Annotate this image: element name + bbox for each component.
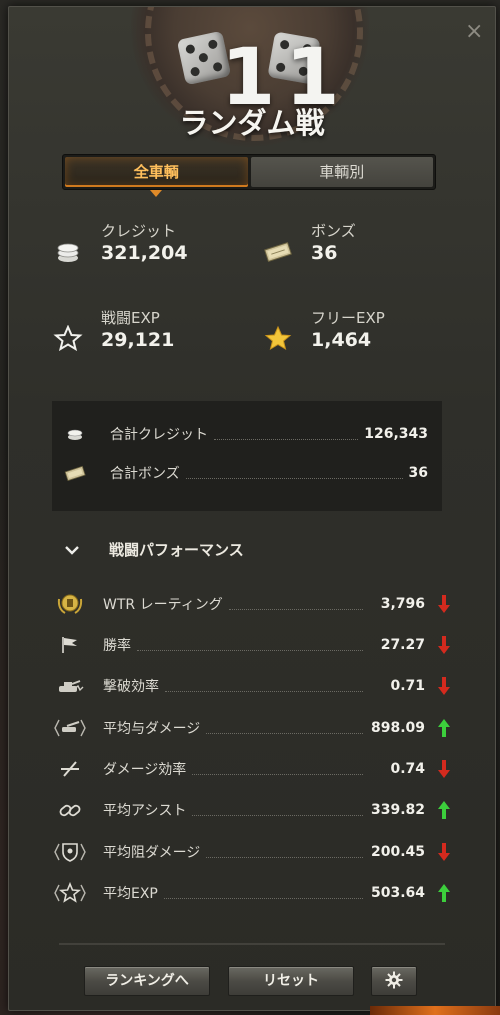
bonds-icon xyxy=(264,241,292,263)
leader-dots xyxy=(165,681,363,692)
trend-down-icon xyxy=(438,636,450,654)
trend-up-icon xyxy=(438,884,450,902)
background-glow-strip xyxy=(370,1006,500,1015)
tab-by-vehicle[interactable]: 車輌別 xyxy=(250,157,433,187)
leader-dots xyxy=(214,429,359,440)
perf-value: 503.64 xyxy=(370,885,425,901)
performance-section-header[interactable]: 戦闘パフォーマンス xyxy=(61,539,244,560)
destroyed-tank-icon xyxy=(53,673,87,699)
perf-label: ダメージ効率 xyxy=(103,762,187,778)
perf-label: 勝率 xyxy=(103,638,131,654)
leader-dots xyxy=(192,764,363,775)
summary-row-bonds: 合計ボンズ 36 xyxy=(64,461,428,485)
battle-stats-panel: × 11 ランダム戦 全車輌 車輌別 クレジット 321,204 ボンズ 36 … xyxy=(8,6,496,1011)
wtr-rating-icon xyxy=(53,591,87,617)
exp-star-icon xyxy=(53,880,87,906)
leader-dots xyxy=(228,599,363,610)
battle-exp-value: 29,121 xyxy=(101,329,175,351)
damage-dealt-icon xyxy=(53,715,87,741)
tab-label: 全車輌 xyxy=(133,163,179,181)
ranking-button[interactable]: ランキングへ xyxy=(84,966,210,996)
leader-dots xyxy=(137,640,363,651)
chevron-down-icon[interactable] xyxy=(61,542,83,558)
game-client-background: × 11 ランダム戦 全車輌 車輌別 クレジット 321,204 ボンズ 36 … xyxy=(0,0,500,1015)
perf-label: 平均アシスト xyxy=(103,803,187,819)
perf-label: WTR レーティング xyxy=(103,597,223,613)
trend-down-icon xyxy=(438,677,450,695)
mode-title: ランダム戦 xyxy=(179,106,325,140)
perf-value: 898.09 xyxy=(370,720,425,736)
leader-dots xyxy=(206,723,363,734)
trend-up-icon xyxy=(438,801,450,819)
star-gold-icon xyxy=(264,325,292,351)
credits-value: 321,204 xyxy=(101,242,188,264)
trend-up-icon xyxy=(438,719,450,737)
perf-label: 平均与ダメージ xyxy=(103,721,201,737)
credits-icon xyxy=(57,243,79,262)
perf-row-damage-efficiency: ダメージ効率 0.74 xyxy=(53,755,451,783)
perf-value: 0.71 xyxy=(390,678,425,694)
trend-down-icon xyxy=(438,843,450,861)
battle-exp-label: 戦闘EXP xyxy=(101,309,160,327)
perf-value: 27.27 xyxy=(380,637,425,653)
tab-all-vehicles[interactable]: 全車輌 xyxy=(65,157,248,197)
summary-label: 合計クレジット xyxy=(110,427,208,443)
vehicle-tabs: 全車輌 車輌別 xyxy=(62,154,436,197)
gear-icon xyxy=(385,971,403,988)
perf-row-kill-efficiency: 撃破効率 0.71 xyxy=(53,672,451,700)
perf-row-wtr: WTR レーティング 3,796 xyxy=(53,590,451,618)
perf-row-avg-exp: 平均EXP 503.64 xyxy=(53,879,451,907)
leader-dots xyxy=(185,468,403,479)
bottom-divider xyxy=(59,943,445,945)
leader-dots xyxy=(192,805,363,816)
bonds-label: ボンズ xyxy=(311,222,356,240)
perf-row-avg-blocked: 平均阻ダメージ 200.45 xyxy=(53,838,451,866)
star-outline-icon xyxy=(53,325,83,351)
perf-label: 平均阻ダメージ xyxy=(103,845,201,861)
credits-label: クレジット xyxy=(101,222,177,240)
perf-row-avg-assist: 平均アシスト 339.82 xyxy=(53,796,451,824)
reset-button[interactable]: リセット xyxy=(228,966,354,996)
perf-label: 撃破効率 xyxy=(103,679,159,695)
perf-row-win-rate: 勝率 27.27 xyxy=(53,631,451,659)
assist-link-icon xyxy=(53,797,87,823)
leader-dots xyxy=(206,847,363,858)
perf-value: 200.45 xyxy=(370,844,425,860)
close-icon[interactable]: × xyxy=(465,21,483,43)
bonds-icon xyxy=(64,465,86,481)
credits-icon xyxy=(67,429,83,440)
summary-value: 126,343 xyxy=(364,426,428,442)
bonds-value: 36 xyxy=(311,242,338,264)
summary-box: 合計クレジット 126,343 合計ボンズ 36 xyxy=(52,401,442,511)
perf-value: 3,796 xyxy=(380,596,425,612)
perf-row-avg-damage: 平均与ダメージ 898.09 xyxy=(53,714,451,742)
flag-icon xyxy=(53,632,87,658)
damage-ratio-icon xyxy=(53,756,87,782)
summary-row-credits: 合計クレジット 126,343 xyxy=(64,422,428,446)
trend-down-icon xyxy=(438,595,450,613)
free-exp-value: 1,464 xyxy=(311,329,372,351)
active-tab-caret xyxy=(150,190,163,197)
performance-title: 戦闘パフォーマンス xyxy=(109,541,244,559)
summary-value: 36 xyxy=(408,465,428,481)
settings-button[interactable] xyxy=(371,966,417,996)
leader-dots xyxy=(163,888,363,899)
trend-down-icon xyxy=(438,760,450,778)
tab-label: 車輌別 xyxy=(319,163,365,181)
free-exp-label: フリーEXP xyxy=(311,309,385,327)
perf-value: 339.82 xyxy=(370,802,425,818)
perf-label: 平均EXP xyxy=(103,886,158,902)
summary-label: 合計ボンズ xyxy=(110,466,180,482)
perf-value: 0.74 xyxy=(390,761,425,777)
shield-icon xyxy=(53,839,87,865)
